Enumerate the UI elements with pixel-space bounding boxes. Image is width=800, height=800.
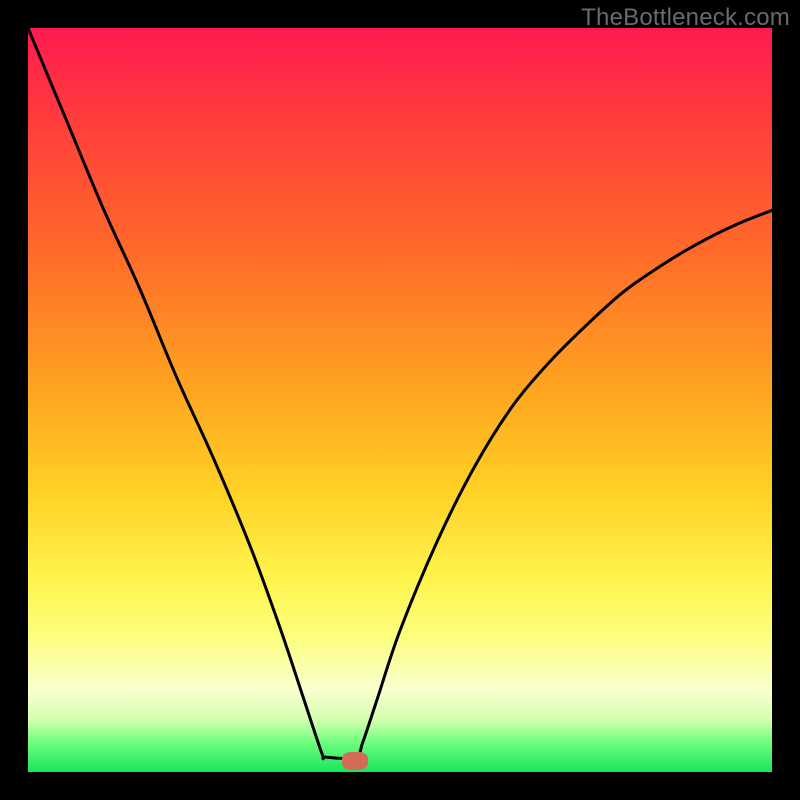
- watermark-text: TheBottleneck.com: [581, 4, 790, 32]
- plot-area: [28, 28, 772, 772]
- bottleneck-curve: [28, 28, 772, 772]
- chart-frame: TheBottleneck.com: [0, 0, 800, 800]
- minimum-marker: [342, 752, 368, 770]
